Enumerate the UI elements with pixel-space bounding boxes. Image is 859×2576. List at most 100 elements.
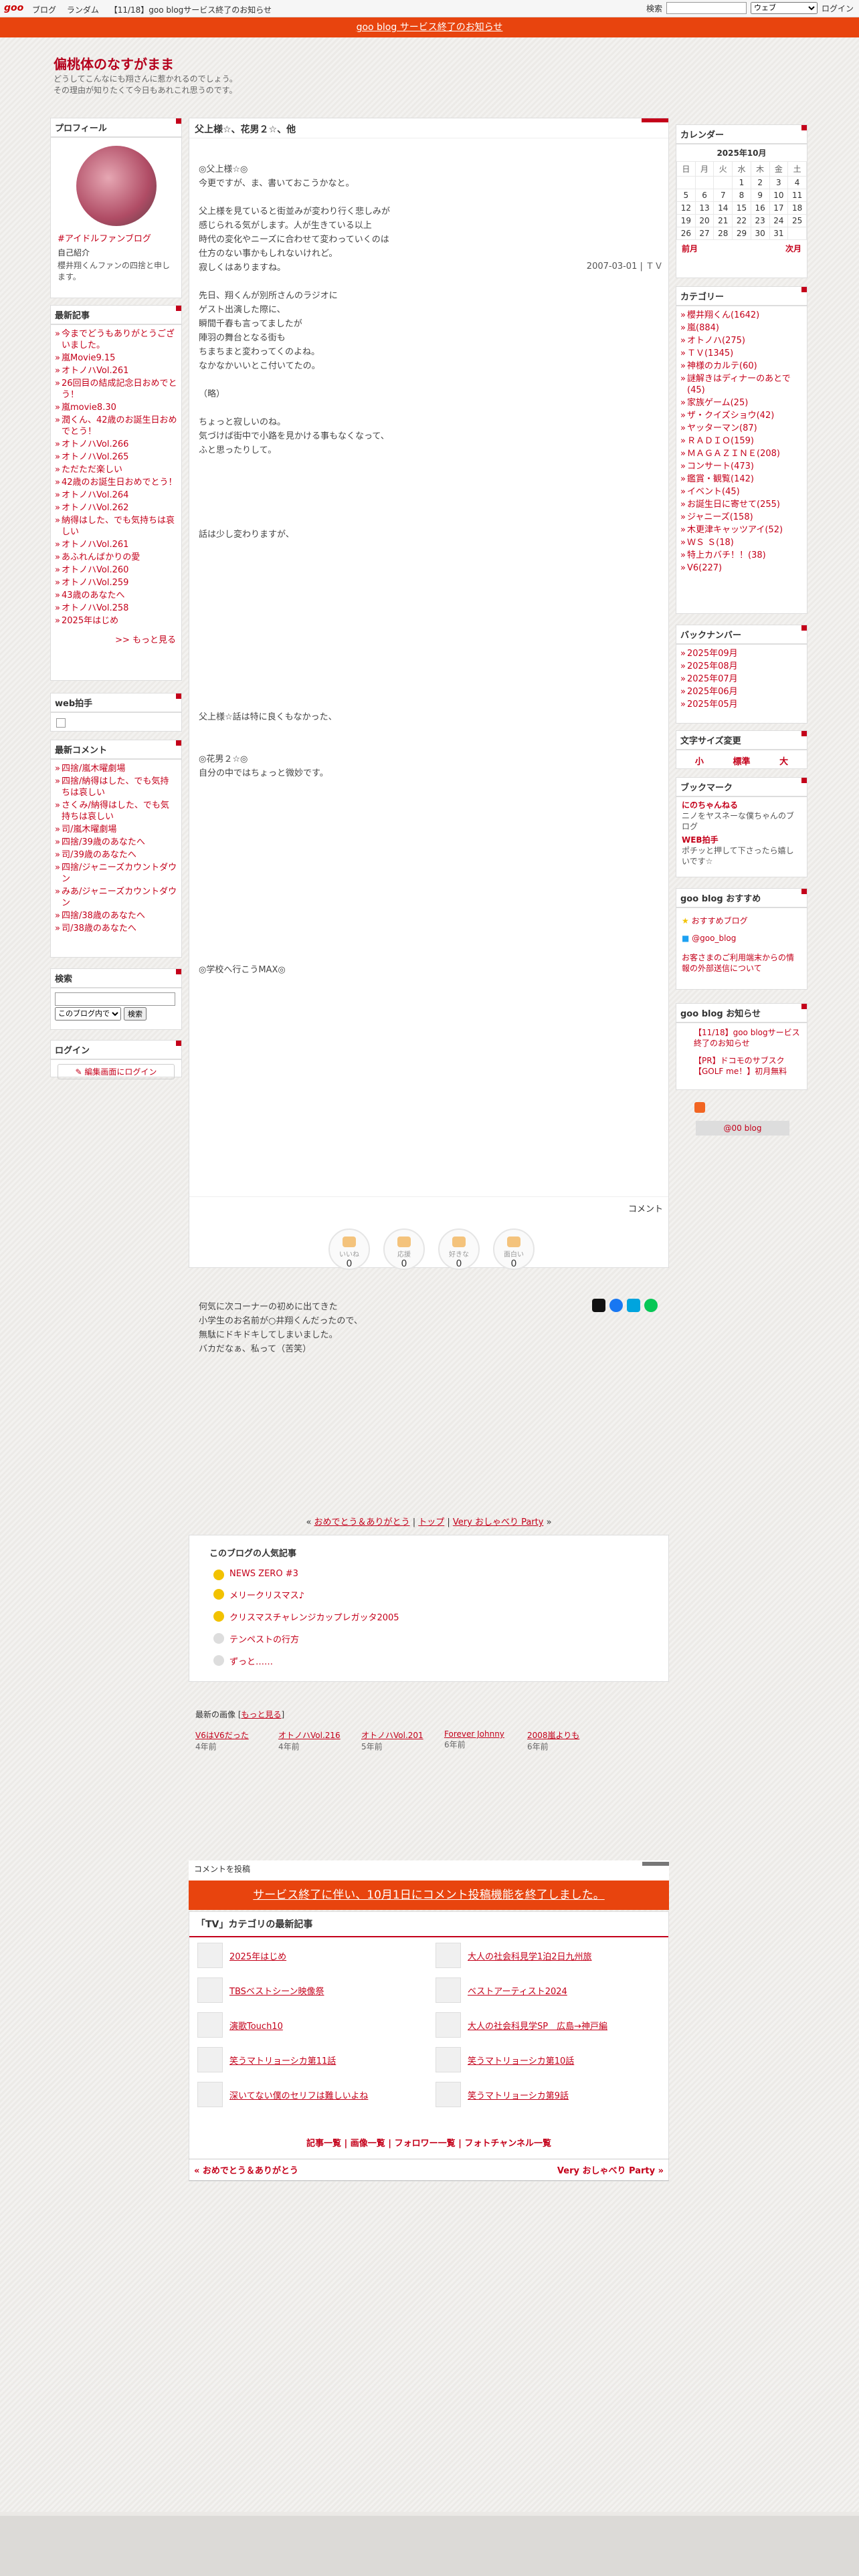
comment-label[interactable]: コメント xyxy=(628,1202,663,1214)
comment-item[interactable]: 司/39歳のあなたへ xyxy=(55,849,177,861)
comment-item[interactable]: さくみ/納得はした、でも気持ちは哀しい xyxy=(55,799,177,823)
category-item[interactable]: イベント(45) xyxy=(680,486,803,498)
backnumber-item[interactable]: 2025年09月 xyxy=(680,647,803,660)
calendar-day[interactable]: 28 xyxy=(713,227,733,240)
search-scope[interactable]: ウェブ xyxy=(750,2,818,14)
image-caption[interactable]: オトノハVol.201 xyxy=(361,1729,436,1741)
popular-item-label[interactable]: クリスマスチャレンジカップレガッタ2005 xyxy=(229,1613,399,1623)
comment-item[interactable]: 司/嵐木曜劇場 xyxy=(55,823,177,836)
category-item[interactable]: 特上カバチ！！(38) xyxy=(680,549,803,562)
recent-post-item[interactable]: ただただ楽しい xyxy=(55,463,177,476)
popular-item-label[interactable]: メリークリスマス♪ xyxy=(229,1591,304,1601)
tv-post-item[interactable]: 笑うマトリョーシカ第10話 xyxy=(436,2047,660,2072)
blog-search-scope[interactable]: このブログ内で xyxy=(55,1007,121,1021)
recent-post-item[interactable]: 潤くん、42歳のお誕生日おめでとう！ xyxy=(55,414,177,438)
tv-post-label[interactable]: 笑うマトリョーシカ第11話 xyxy=(229,2054,336,2066)
backnumber-item[interactable]: 2025年08月 xyxy=(680,660,803,673)
image-caption[interactable]: V6はV6だった xyxy=(195,1729,270,1741)
recent-post-item[interactable]: オトノハVol.259 xyxy=(55,576,177,589)
reaction-stamp[interactable]: 応援 0 xyxy=(383,1228,425,1270)
recent-post-item[interactable]: オトノハVol.258 xyxy=(55,602,177,615)
image-item[interactable]: V6はV6だった 4年前 xyxy=(195,1727,270,1752)
pager-prev[interactable]: おめでとう＆ありがとう xyxy=(314,1517,410,1527)
tv-post-label[interactable]: 演歌Touch10 xyxy=(229,2019,283,2032)
nav-notice[interactable]: 【11/18】goo blogサービス終了のお知らせ xyxy=(110,5,272,15)
calendar-day[interactable]: 5 xyxy=(676,189,696,202)
image-item[interactable]: オトノハVol.201 5年前 xyxy=(361,1727,436,1752)
tv-post-item[interactable]: 大人の社会科見学1泊2日九州旅 xyxy=(436,1943,660,1968)
calendar-day[interactable] xyxy=(713,176,733,189)
calendar-next[interactable]: 次月 xyxy=(785,243,801,254)
search-input[interactable] xyxy=(666,2,747,14)
popular-item[interactable]: テンペストの行方 xyxy=(189,1628,668,1650)
blog-search-button[interactable]: 検索 xyxy=(124,1007,147,1021)
tv-post-item[interactable]: TBSベストシーン映像祭 xyxy=(197,1977,422,2003)
calendar-day[interactable]: 19 xyxy=(676,214,696,227)
hatena-share-icon[interactable] xyxy=(627,1299,640,1312)
pager-next[interactable]: Very おしゃべり Party xyxy=(453,1517,544,1527)
reaction-stamp[interactable]: 好きな 0 xyxy=(438,1228,480,1270)
bookmark-2[interactable]: WEB拍手 xyxy=(682,835,801,845)
calendar-day[interactable]: 3 xyxy=(769,176,789,189)
calendar-day[interactable]: 21 xyxy=(713,214,733,227)
nav-blog[interactable]: ブログ xyxy=(32,5,56,15)
calendar-day[interactable]: 27 xyxy=(694,227,714,240)
tv-post-label[interactable]: 大人の社会科見学1泊2日九州旅 xyxy=(468,1949,592,1962)
category-item[interactable]: お誕生日に寄せて(255) xyxy=(680,498,803,511)
tv-post-label[interactable]: 笑うマトリョーシカ第10話 xyxy=(468,2054,574,2066)
calendar-day[interactable]: 31 xyxy=(769,227,789,240)
comment-item[interactable]: みあ/ジャニーズカウントダウン xyxy=(55,885,177,909)
calendar-day[interactable]: 18 xyxy=(787,201,807,215)
recent-post-item[interactable]: 嵐movie8.30 xyxy=(55,401,177,414)
calendar-day[interactable]: 24 xyxy=(769,214,789,227)
calendar-day[interactable]: 15 xyxy=(732,201,751,215)
service-notice-bar[interactable]: goo blog サービス終了のお知らせ xyxy=(0,17,859,37)
category-item[interactable]: 櫻井翔くん(1642) xyxy=(680,309,803,322)
recent-post-item[interactable]: 2025年はじめ xyxy=(55,615,177,627)
recent-post-item[interactable]: 43歳のあなたへ xyxy=(55,589,177,602)
tv-post-item[interactable]: 大人の社会科見学SP 広島→神戸編 xyxy=(436,2012,660,2038)
comment-item[interactable]: 四捨/納得はした、でも気持ちは哀しい xyxy=(55,775,177,799)
category-item[interactable]: V6(227) xyxy=(680,562,803,574)
comment-item[interactable]: 四捨/38歳のあなたへ xyxy=(55,909,177,922)
popular-item-label[interactable]: NEWS ZERO #3 xyxy=(229,1569,298,1579)
calendar-day[interactable]: 4 xyxy=(787,176,807,189)
recent-post-item[interactable]: オトノハVol.261 xyxy=(55,538,177,551)
profile-name[interactable]: #アイドルファンブログ xyxy=(51,230,181,245)
category-item[interactable]: 嵐(884) xyxy=(680,322,803,334)
comment-item[interactable]: 四捨/ジャニーズカウントダウン xyxy=(55,861,177,885)
login-link[interactable]: ログイン xyxy=(822,3,854,14)
goo-twitter[interactable]: ■ @goo_blog xyxy=(682,930,801,947)
image-item[interactable]: 2008嵐よりも 6年前 xyxy=(527,1727,602,1752)
calendar-day[interactable]: 11 xyxy=(787,189,807,202)
category-item[interactable]: コンサート(473) xyxy=(680,460,803,473)
recent-post-item[interactable]: オトノハVol.264 xyxy=(55,489,177,502)
popular-item[interactable]: メリークリスマス♪ xyxy=(189,1584,668,1606)
recent-post-item[interactable]: オトノハVol.266 xyxy=(55,438,177,451)
font-small[interactable]: 小 xyxy=(695,754,704,767)
calendar-day[interactable]: 1 xyxy=(732,176,751,189)
image-caption[interactable]: オトノハVol.216 xyxy=(278,1729,353,1741)
edit-login-button[interactable]: ✎ 編集画面にログイン xyxy=(58,1064,175,1079)
popular-item[interactable]: クリスマスチャレンジカップレガッタ2005 xyxy=(189,1606,668,1628)
goo-blog-badge[interactable]: @00 blog xyxy=(696,1121,789,1136)
tv-post-item[interactable]: 演歌Touch10 xyxy=(197,2012,422,2038)
tv-post-label[interactable]: TBSベストシーン映像祭 xyxy=(229,1984,324,1997)
image-item[interactable]: Forever Johnny 6年前 xyxy=(444,1727,519,1752)
calendar-prev[interactable]: 前月 xyxy=(682,243,698,254)
category-item[interactable]: ＴＶ(1345) xyxy=(680,347,803,360)
blog-search-input[interactable] xyxy=(55,992,175,1006)
backnumber-item[interactable]: 2025年05月 xyxy=(680,698,803,711)
tv-post-label[interactable]: 大人の社会科見学SP 広島→神戸編 xyxy=(468,2019,607,2032)
bottom-next[interactable]: Very おしゃべり Party » xyxy=(557,2163,664,2176)
tv-post-item[interactable]: 深いてない僕のセリフは難しいよね xyxy=(197,2082,422,2107)
calendar-day[interactable]: 30 xyxy=(750,227,770,240)
reaction-stamp[interactable]: 面白い 0 xyxy=(493,1228,535,1270)
tv-post-item[interactable]: 笑うマトリョーシカ第9話 xyxy=(436,2082,660,2107)
calendar-day[interactable]: 29 xyxy=(732,227,751,240)
comment-item[interactable]: 四捨/39歳のあなたへ xyxy=(55,836,177,849)
popular-item-label[interactable]: ずっと…… xyxy=(229,1657,273,1667)
calendar-day[interactable]: 2 xyxy=(750,176,770,189)
calendar-day[interactable]: 14 xyxy=(713,201,733,215)
image-caption[interactable]: Forever Johnny xyxy=(444,1729,519,1739)
